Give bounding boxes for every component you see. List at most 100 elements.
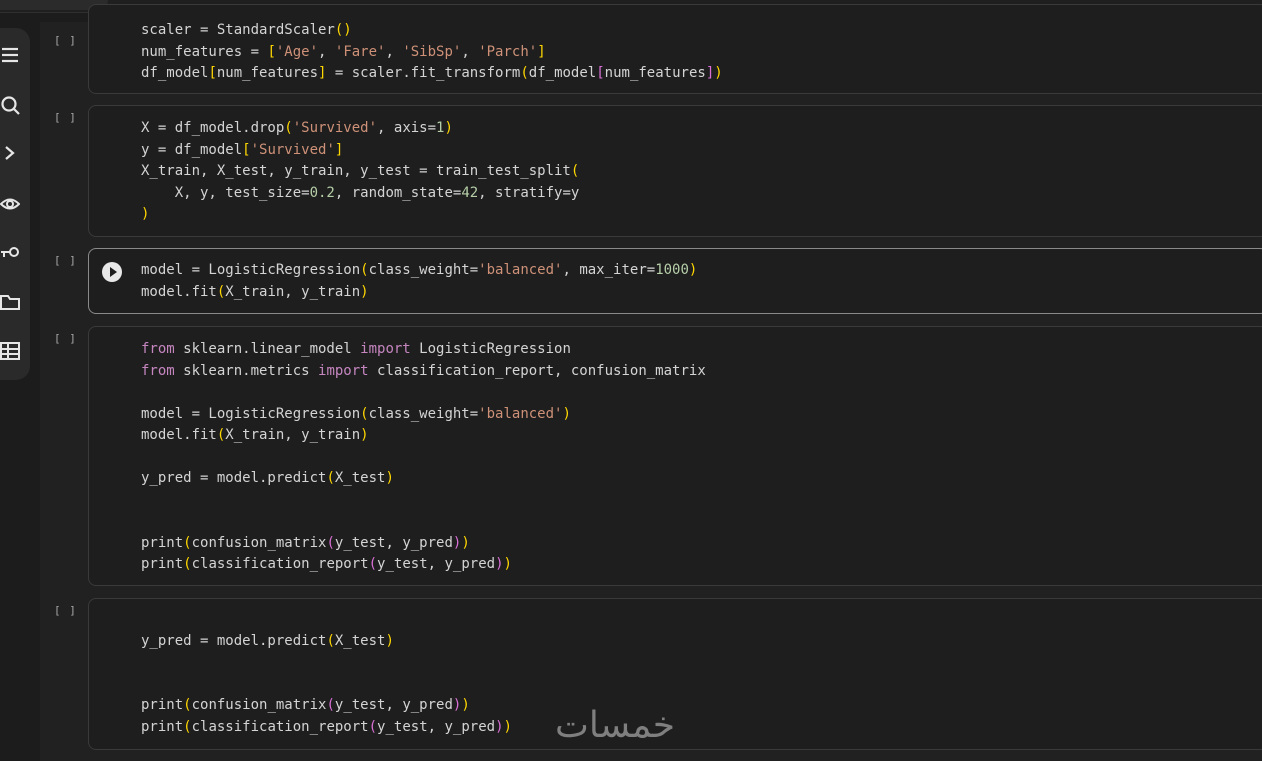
code-token: X, y, test_size=	[141, 184, 310, 201]
code-token: 'balanced'	[478, 405, 563, 422]
code-token: , random_state=	[334, 184, 462, 201]
code-token: 42	[461, 184, 479, 201]
watermark-logo: خمسات	[555, 705, 676, 746]
code-cell[interactable]: X = df_model.drop('Survived', axis=1) y =…	[88, 105, 1262, 237]
code-token: classification_report, confusion_matrix	[368, 362, 706, 379]
code-token: confusion_matrix	[191, 697, 327, 713]
code-token: 'balanced'	[478, 262, 563, 278]
menu-icon[interactable]	[0, 44, 20, 66]
code-line: print(classification_report(y_test, y_pr…	[141, 717, 512, 739]
code-token: num_features	[604, 65, 706, 81]
code-line: df_model[num_features] = scaler.fit_tran…	[141, 63, 723, 85]
code-token: classification_report	[191, 718, 369, 735]
code-line: y_pred = model.predict(X_test)	[141, 468, 706, 490]
code-token: )	[385, 470, 394, 486]
table-icon[interactable]	[0, 340, 20, 362]
code-token: y_pred = model.predict	[141, 632, 327, 649]
search-icon[interactable]	[0, 94, 20, 116]
code-token: )	[714, 65, 723, 81]
code-token: )	[495, 556, 504, 572]
left-sidebar	[0, 28, 30, 380]
code-token: y_test, y_pred	[334, 697, 453, 713]
code-token: (	[368, 556, 378, 572]
code-token: 'Survived'	[250, 141, 335, 158]
code-token: X_test	[334, 470, 386, 486]
code-token: import	[318, 362, 369, 379]
code-line: y = df_model['Survived']	[141, 140, 579, 162]
code-token: ,	[385, 43, 403, 60]
code-token: y_test, y_pred	[334, 534, 453, 551]
code-editor[interactable]: X = df_model.drop('Survived', axis=1) y =…	[141, 118, 579, 226]
play-icon[interactable]	[102, 262, 122, 282]
code-line: model.fit(X_train, y_train)	[141, 282, 697, 304]
code-token: ]	[334, 141, 344, 158]
code-token: (	[326, 470, 335, 486]
code-editor[interactable]: y_pred = model.predict(X_test) print(con…	[141, 609, 512, 738]
code-line: from sklearn.linear_model import Logisti…	[141, 339, 706, 361]
code-token: )	[503, 556, 512, 572]
code-token: (	[360, 405, 369, 422]
code-token: y = df_model	[141, 141, 243, 158]
code-line: model = LogisticRegression(class_weight=…	[141, 404, 706, 426]
code-token: model = LogisticRegression	[141, 405, 361, 422]
code-line: print(confusion_matrix(y_test, y_pred))	[141, 533, 706, 555]
code-line: from sklearn.metrics import classificati…	[141, 361, 706, 383]
cell-exec-count: [ ]	[54, 254, 77, 267]
code-token: [	[596, 65, 605, 81]
code-line: y_pred = model.predict(X_test)	[141, 631, 512, 653]
cell-exec-count: [ ]	[54, 34, 77, 47]
key-icon[interactable]	[0, 243, 20, 265]
code-token: (	[284, 120, 293, 136]
code-token: X_train, y_train	[225, 283, 361, 300]
code-token: [	[242, 141, 251, 158]
code-token: X_train, X_test, y_train, y_test = train…	[141, 163, 571, 179]
code-token: (	[326, 697, 335, 713]
code-token: df_model	[528, 65, 597, 81]
secrets-icon[interactable]	[0, 193, 20, 215]
code-token: , stratify=y	[478, 184, 580, 201]
code-line: print(confusion_matrix(y_test, y_pred))	[141, 695, 512, 717]
code-editor[interactable]: scaler = StandardScaler() num_features = …	[141, 20, 723, 85]
code-token: (	[183, 697, 192, 713]
code-token: X_test	[334, 632, 386, 649]
code-token: class_weight=	[368, 262, 479, 278]
code-token: df_model	[141, 65, 209, 81]
code-icon[interactable]	[0, 142, 20, 164]
code-cell[interactable]: from sklearn.linear_model import Logisti…	[88, 326, 1262, 586]
code-token: import	[360, 341, 411, 357]
code-token: )	[444, 120, 453, 136]
code-token: (	[326, 632, 335, 649]
code-token: ()	[334, 22, 352, 38]
code-token: )	[385, 632, 394, 649]
code-token: ]	[705, 65, 715, 81]
code-editor[interactable]: from sklearn.linear_model import Logisti…	[141, 339, 706, 576]
code-token: sklearn.metrics	[174, 362, 319, 379]
code-token: )	[461, 697, 470, 713]
code-token: )	[461, 534, 470, 551]
code-token: 'Age'	[275, 43, 319, 60]
code-token: classification_report	[191, 556, 369, 572]
code-editor[interactable]: model = LogisticRegression(class_weight=…	[141, 260, 697, 303]
code-token: [	[267, 43, 276, 60]
code-token: )	[688, 262, 698, 278]
code-cell[interactable]: model = LogisticRegression(class_weight=…	[88, 248, 1262, 314]
code-token: ,	[318, 43, 335, 60]
code-token: num_features	[216, 65, 319, 81]
code-token: )	[503, 718, 512, 735]
code-token: )	[360, 427, 369, 443]
code-token: print	[141, 534, 184, 551]
code-cell[interactable]: scaler = StandardScaler() num_features = …	[88, 4, 1262, 94]
code-token: y_test, y_pred	[377, 556, 496, 572]
cell-exec-count: [ ]	[54, 604, 77, 617]
code-token: confusion_matrix	[191, 534, 327, 551]
code-line: X, y, test_size=0.2, random_state=42, st…	[141, 183, 580, 205]
code-line: scaler = StandardScaler()	[141, 20, 723, 42]
folder-icon[interactable]	[0, 291, 20, 313]
